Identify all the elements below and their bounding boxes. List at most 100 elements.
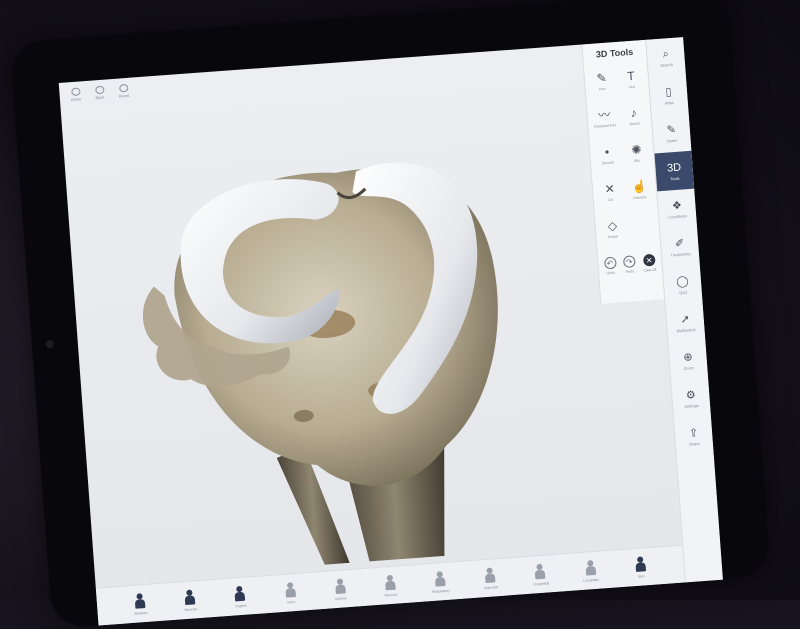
tool-smooth[interactable]: • Smooth xyxy=(592,144,623,174)
tool-label: Blur xyxy=(633,158,641,164)
tool-dissolve[interactable]: ☝ Dissolve xyxy=(624,179,655,209)
tool-label: Pen xyxy=(599,86,606,92)
layer-label: Lymphatic xyxy=(583,577,600,583)
tibia-model[interactable] xyxy=(133,156,516,577)
sidebar-item-notes[interactable]: ✎ Notes xyxy=(652,113,692,154)
person-icon xyxy=(534,563,547,580)
clear-all-label: Clear All xyxy=(643,267,657,273)
person-icon xyxy=(133,592,146,609)
pen-icon: ✎ xyxy=(596,70,608,86)
tool-pen[interactable]: ✎ Pen xyxy=(586,70,617,100)
pointer-icon: ➚ xyxy=(680,312,691,326)
layer-nervous[interactable]: Nervous xyxy=(372,573,410,598)
layer-label: Muscles xyxy=(184,606,198,612)
text-icon: T xyxy=(626,68,636,84)
sidebar-item-label: Treatments xyxy=(670,250,691,258)
home-icon xyxy=(70,87,81,97)
tool-label: Freehand Pen xyxy=(593,123,617,129)
undo-button[interactable]: ↶ Undo xyxy=(603,256,617,276)
sidebar-item-multiselect[interactable]: ➚ Multiselect xyxy=(666,302,706,343)
tool-blur[interactable]: ✺ Blur xyxy=(621,142,652,172)
layer-organs[interactable]: Organs xyxy=(221,584,259,609)
layer-skeleton[interactable]: Skeleton xyxy=(121,592,159,617)
freehand-icon: 〰 xyxy=(597,107,611,123)
sidebar-item-atlas[interactable]: ▯ Atlas xyxy=(649,75,689,116)
person-icon xyxy=(334,578,347,595)
3d-model-viewport[interactable] xyxy=(103,111,534,579)
layer-digestive[interactable]: Digestive xyxy=(472,566,510,591)
treatments-icon: ✐ xyxy=(674,237,685,250)
sidebar-item-tools[interactable]: 3D Tools xyxy=(654,150,695,192)
share-icon: ⇪ xyxy=(688,426,699,440)
tool-label: Text xyxy=(628,84,636,90)
layer-respiratory[interactable]: Respiratory xyxy=(422,570,460,595)
tool-label: Eraser xyxy=(607,234,619,240)
sidebar-item-share[interactable]: ⇪ Share xyxy=(674,416,714,457)
layer-arteries[interactable]: Arteries xyxy=(322,577,360,602)
home-button[interactable]: Home xyxy=(67,87,84,102)
layer-label: Skin xyxy=(637,573,645,579)
tool-cut[interactable]: ✕ Cut xyxy=(594,181,625,211)
sidebar-item-zoom[interactable]: ⊕ Zoom xyxy=(668,340,708,381)
undo-icon: ↶ xyxy=(603,256,617,270)
back-button[interactable]: Back xyxy=(91,85,108,100)
tool-actions: ↶ Undo ↷ Redo ✕ Clear All xyxy=(598,247,663,276)
ipad-device: Home Back Reset 3D Tools ✎ Pen T Text 〰 … xyxy=(9,0,771,629)
layer-muscles[interactable]: Muscles xyxy=(171,588,209,613)
redo-button[interactable]: ↷ Redo xyxy=(622,255,636,274)
quiz-icon: ◯ xyxy=(675,274,690,288)
pen-icon: ✎ xyxy=(666,123,677,137)
search-icon: ⌕ xyxy=(662,47,670,61)
clear-all-icon: ✕ xyxy=(642,253,656,267)
cut-icon: ✕ xyxy=(604,181,616,197)
sidebar-item-label: Notes xyxy=(666,137,678,144)
redo-label: Redo xyxy=(625,269,635,274)
tool-label: Dissolve xyxy=(633,195,647,201)
person-icon xyxy=(484,567,497,584)
redo-icon: ↷ xyxy=(622,255,636,269)
sidebar-item-label: Quiz xyxy=(678,288,688,295)
sidebar-item-quiz[interactable]: ◯ Quiz xyxy=(663,264,703,305)
layer-urogenital[interactable]: Urogenital xyxy=(522,562,560,587)
book-icon: ▯ xyxy=(665,85,672,99)
clear-all-button[interactable]: ✕ Clear All xyxy=(642,253,657,273)
sidebar-item-search[interactable]: ⌕ Search xyxy=(646,37,686,78)
dissolve-icon: ☝ xyxy=(631,179,648,195)
sidebar-item-label: Conditions xyxy=(668,212,688,220)
person-icon xyxy=(183,589,196,606)
home-label: Home xyxy=(70,96,82,103)
blur-icon: ✺ xyxy=(630,142,642,158)
reset-button[interactable]: Reset xyxy=(115,83,132,99)
back-label: Back xyxy=(95,94,105,101)
layer-skin[interactable]: Skin xyxy=(622,555,660,580)
sidebar-item-label: Search xyxy=(659,61,674,68)
gear-icon: ⚙ xyxy=(685,388,697,402)
3d-icon: 3D xyxy=(666,161,682,175)
tool-eraser[interactable]: ◇ Eraser xyxy=(597,218,628,248)
sidebar-item-conditions[interactable]: ❖ Conditions xyxy=(657,189,697,230)
layer-label: Urogenital xyxy=(533,580,550,587)
person-icon xyxy=(584,559,597,576)
layer-lymphatic[interactable]: Lymphatic xyxy=(572,559,610,584)
sidebar-item-label: Atlas xyxy=(664,99,674,106)
tool-label: Sketch xyxy=(629,121,640,127)
tool-label: Smooth xyxy=(601,160,614,166)
right-sidebar: ⌕ Search ▯ Atlas ✎ Notes 3D Tools ❖ Condition… xyxy=(645,37,723,583)
tool-text[interactable]: T Text xyxy=(616,68,647,98)
sketch-icon: ♪ xyxy=(630,105,638,121)
stage-background: Home Back Reset 3D Tools ✎ Pen T Text 〰 … xyxy=(0,0,800,629)
layer-label: Nervous xyxy=(384,592,398,597)
sidebar-item-settings[interactable]: ⚙ Settings xyxy=(671,378,711,419)
tool-sketch[interactable]: ♪ Sketch xyxy=(618,105,649,135)
home-button xyxy=(45,340,55,349)
layer-label: Skeleton xyxy=(133,610,148,616)
sidebar-item-treatments[interactable]: ✐ Treatments xyxy=(660,227,700,268)
layer-label: Respiratory xyxy=(431,588,451,594)
undo-label: Undo xyxy=(606,270,616,276)
layer-veins[interactable]: Veins xyxy=(272,581,310,606)
person-icon xyxy=(434,570,447,587)
reset-label: Reset xyxy=(118,92,130,99)
smooth-icon: • xyxy=(604,144,610,160)
tool-freehand-pen[interactable]: 〰 Freehand Pen xyxy=(589,107,620,137)
layer-label: Veins xyxy=(286,599,296,605)
